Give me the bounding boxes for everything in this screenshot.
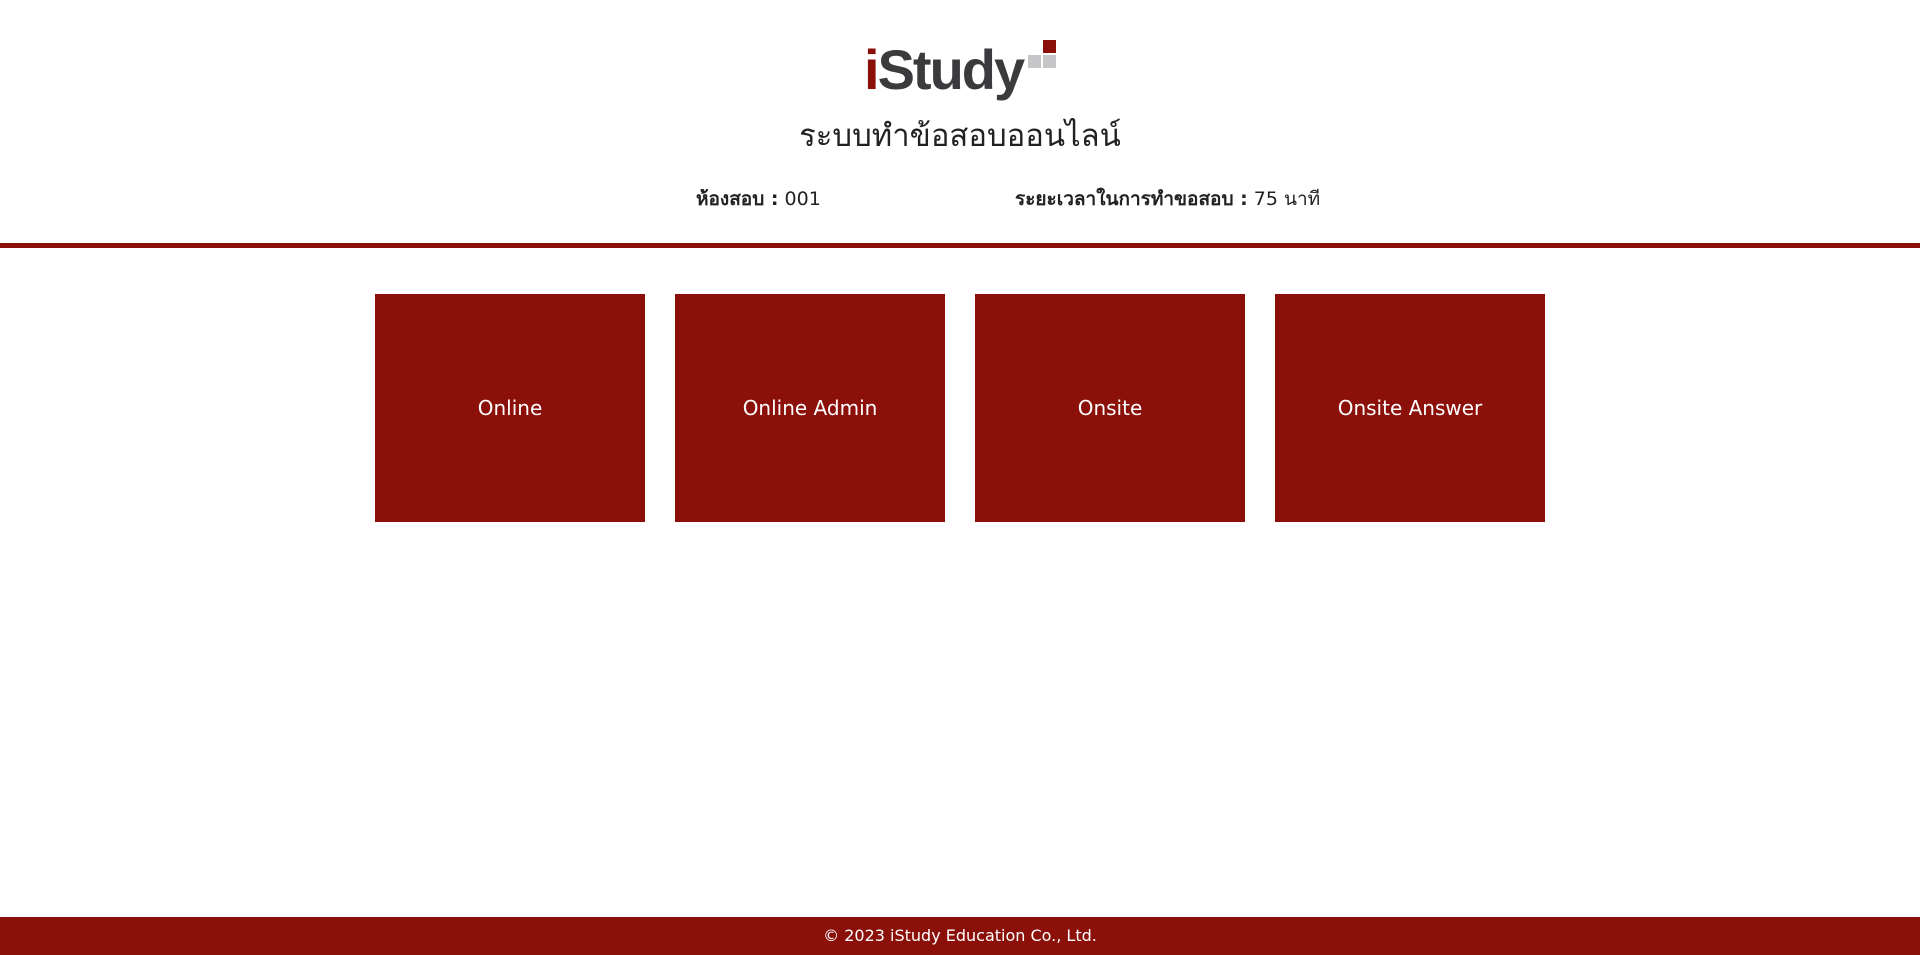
onsite-button-label: Onsite [1077, 396, 1143, 420]
exam-info-row: ห้องสอบ : 001 ระยะเวลาในการทำขอสอบ : 75 … [0, 186, 1920, 212]
logo-square-gray-left [1028, 55, 1041, 68]
online-button[interactable]: Online [375, 294, 645, 522]
copyright-text: © 2023 iStudy Education Co., Ltd. [823, 926, 1097, 945]
logo-letter-i: i [864, 38, 880, 101]
online-admin-button-label: Online Admin [742, 396, 878, 420]
onsite-button[interactable]: Onsite [975, 294, 1245, 522]
exam-duration-label: ระยะเวลาในการทำขอสอบ : [1015, 188, 1248, 210]
exam-room-label: ห้องสอบ : [696, 188, 779, 210]
logo-squares-icon [1028, 40, 1056, 70]
page-footer: © 2023 iStudy Education Co., Ltd. [0, 917, 1920, 955]
onsite-answer-button-label: Onsite Answer [1337, 396, 1483, 420]
page: iStudy ระบบทำข้อสอบออนไลน์ ห้องสอบ : 001… [0, 0, 1920, 955]
istudy-logo: iStudy [864, 38, 1056, 102]
logo-square-gray [1043, 55, 1056, 68]
online-button-label: Online [477, 396, 543, 420]
online-admin-button[interactable]: Online Admin [675, 294, 945, 522]
page-header: iStudy ระบบทำข้อสอบออนไลน์ ห้องสอบ : 001… [0, 0, 1920, 248]
exam-duration-value: 75 นาที [1253, 188, 1321, 210]
page-title: ระบบทำข้อสอบออนไลน์ [799, 118, 1121, 154]
exam-room-info: ห้องสอบ : 001 [696, 186, 821, 212]
logo-letters-study: Study [877, 38, 1026, 101]
exam-duration-info: ระยะเวลาในการทำขอสอบ : 75 นาที [1015, 186, 1320, 212]
exam-room-value: 001 [784, 188, 821, 210]
onsite-answer-button[interactable]: Onsite Answer [1275, 294, 1545, 522]
logo-wordmark: iStudy [864, 38, 1026, 102]
logo-square-red [1043, 40, 1056, 53]
